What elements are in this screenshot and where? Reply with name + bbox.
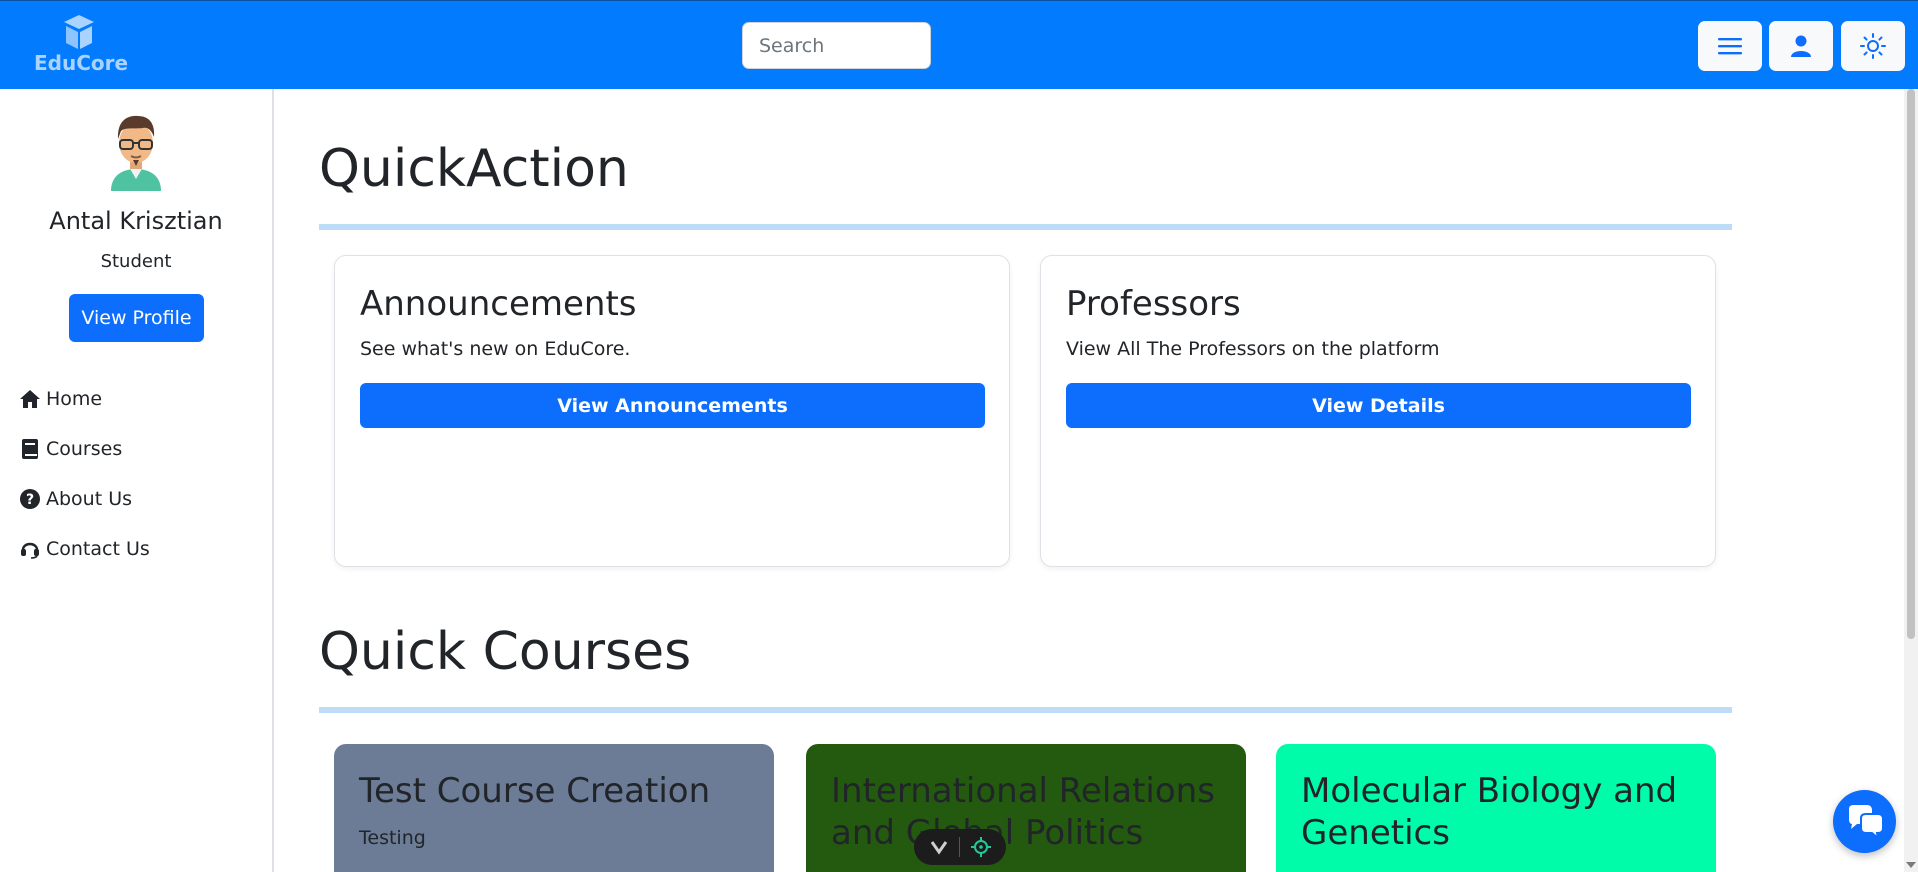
card-text: View All The Professors on the platform [1066, 338, 1440, 360]
svg-text:?: ? [26, 492, 34, 508]
sidebar: Antal Krisztian Student View Profile Hom… [0, 89, 274, 872]
toolbar-divider [958, 837, 960, 857]
course-card[interactable]: International Relations and Global Polit… [806, 744, 1246, 872]
menu-button[interactable] [1698, 21, 1762, 71]
view-details-button[interactable]: View Details [1066, 383, 1691, 428]
professors-card: Professors View All The Professors on th… [1040, 255, 1716, 567]
quick-action-title: QuickAction [319, 139, 629, 199]
theme-toggle-button[interactable] [1841, 21, 1905, 71]
floating-toolbar [914, 829, 1006, 865]
chat-bubbles-icon [1848, 804, 1884, 839]
sidebar-item-about-us[interactable]: ? About Us [19, 484, 132, 514]
user-icon [1791, 35, 1811, 57]
search-input[interactable] [742, 22, 931, 69]
user-role: Student [100, 251, 172, 272]
headset-icon [19, 538, 41, 560]
crosshair-icon[interactable] [970, 837, 991, 857]
user-name: Antal Krisztian [49, 207, 223, 235]
chat-button[interactable] [1833, 790, 1896, 853]
section-divider [319, 224, 1732, 230]
card-text: See what's new on EduCore. [360, 338, 631, 360]
question-circle-icon: ? [19, 488, 41, 510]
sidebar-item-contact-us[interactable]: Contact Us [19, 534, 150, 564]
course-description: Testing [359, 827, 426, 849]
course-title: International Relations and Global Polit… [831, 771, 1215, 853]
sun-icon [1860, 33, 1886, 59]
hamburger-icon [1718, 38, 1742, 55]
top-navbar: EduCore [0, 0, 1918, 89]
course-card[interactable]: Molecular Biology and Genetics [1276, 744, 1716, 872]
sidebar-item-label: About Us [46, 488, 133, 510]
avatar [111, 115, 161, 191]
course-title: Molecular Biology and Genetics [1301, 771, 1678, 853]
page-scrollbar[interactable] [1904, 89, 1918, 872]
main-content: QuickAction Announcements See what's new… [276, 89, 1904, 872]
graduation-cube-icon [64, 15, 94, 49]
scroll-down-arrow-icon[interactable] [1906, 860, 1916, 870]
chevron-down-icon[interactable] [930, 839, 948, 855]
book-icon [19, 438, 41, 460]
course-card[interactable]: Test Course Creation Testing [334, 744, 774, 872]
sidebar-item-home[interactable]: Home [19, 384, 102, 414]
scrollbar-thumb[interactable] [1907, 89, 1915, 639]
quick-courses-title: Quick Courses [319, 622, 692, 682]
view-profile-button[interactable]: View Profile [69, 294, 204, 342]
sidebar-item-label: Courses [46, 438, 123, 460]
course-title: Test Course Creation [359, 771, 711, 811]
view-announcements-button[interactable]: View Announcements [360, 383, 985, 428]
sidebar-item-label: Home [46, 388, 103, 410]
brand-name: EduCore [34, 51, 129, 75]
home-icon [19, 388, 41, 410]
announcements-card: Announcements See what's new on EduCore.… [334, 255, 1010, 567]
user-button[interactable] [1769, 21, 1833, 71]
brand-logo[interactable]: EduCore [34, 13, 129, 75]
sidebar-item-label: Contact Us [46, 538, 150, 560]
sidebar-item-courses[interactable]: Courses [19, 434, 122, 464]
section-divider [319, 707, 1732, 713]
card-title: Announcements [360, 284, 637, 324]
card-title: Professors [1066, 284, 1241, 324]
